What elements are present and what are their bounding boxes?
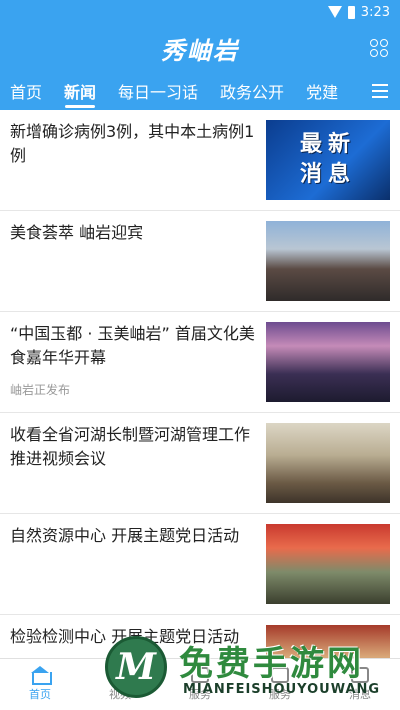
apps-grid-icon[interactable] xyxy=(370,39,388,57)
nav-home[interactable]: 首页 xyxy=(0,659,80,710)
news-item[interactable]: “中国玉都 · 玉美岫岩” 首届文化美食嘉年华开幕 岫岩正发布 xyxy=(0,312,400,413)
news-item[interactable]: 新增确诊病例3例，其中本土病例1例 最新 消息 xyxy=(0,110,400,211)
news-thumbnail xyxy=(266,221,390,301)
news-thumbnail xyxy=(266,423,390,503)
service-icon xyxy=(191,667,209,683)
news-item[interactable]: 检验检测中心 开展主题党日活动 xyxy=(0,615,400,660)
bottom-nav: 首页 视频 服务 服务 消息 xyxy=(0,658,400,710)
news-list: 新增确诊病例3例，其中本土病例1例 最新 消息 美食荟萃 岫岩迎宾 “中国玉都 … xyxy=(0,110,400,660)
nav-service-2[interactable]: 服务 xyxy=(240,659,320,710)
news-title: 检验检测中心 开展主题党日活动 xyxy=(10,627,240,646)
nav-message[interactable]: 消息 xyxy=(320,659,400,710)
thumbnail-text: 消息 xyxy=(299,162,356,187)
menu-icon[interactable] xyxy=(372,84,388,98)
news-item[interactable]: 自然资源中心 开展主题党日活动 xyxy=(0,514,400,615)
tab-news[interactable]: 新闻 xyxy=(64,72,96,110)
nav-video[interactable]: 视频 xyxy=(80,659,160,710)
news-item[interactable]: 美食荟萃 岫岩迎宾 xyxy=(0,211,400,312)
nav-label: 消息 xyxy=(349,688,371,701)
nav-label: 服务 xyxy=(269,688,291,701)
tab-party-building[interactable]: 党建 xyxy=(306,72,338,110)
news-title: “中国玉都 · 玉美岫岩” 首届文化美食嘉年华开幕 xyxy=(10,324,255,367)
news-thumbnail xyxy=(266,524,390,604)
news-thumbnail xyxy=(266,625,390,660)
news-thumbnail: 最新 消息 xyxy=(266,120,390,200)
news-title: 自然资源中心 开展主题党日活动 xyxy=(10,526,240,545)
home-icon xyxy=(31,666,52,685)
thumbnail-text: 最新 xyxy=(299,132,356,157)
news-title: 美食荟萃 岫岩迎宾 xyxy=(10,223,144,242)
nav-label: 首页 xyxy=(29,688,51,701)
news-item[interactable]: 收看全省河湖长制暨河湖管理工作推进视频会议 xyxy=(0,413,400,514)
message-icon xyxy=(351,667,369,683)
news-title: 收看全省河湖长制暨河湖管理工作推进视频会议 xyxy=(10,425,251,468)
app-header: 秀岫岩 xyxy=(0,24,400,72)
nav-label: 视频 xyxy=(109,688,131,701)
service-icon xyxy=(271,667,289,683)
status-bar: 3:23 xyxy=(0,0,400,24)
tab-home[interactable]: 首页 xyxy=(10,72,42,110)
tab-government-affairs[interactable]: 政务公开 xyxy=(220,72,284,110)
app-title: 秀岫岩 xyxy=(161,35,239,65)
nav-label: 服务 xyxy=(189,688,211,701)
video-icon xyxy=(111,667,129,683)
news-title: 新增确诊病例3例，其中本土病例1例 xyxy=(10,122,255,165)
tab-daily-quote[interactable]: 每日一习话 xyxy=(118,72,198,110)
status-time: 3:23 xyxy=(360,4,390,20)
news-source: 岫岩正发布 xyxy=(10,383,71,397)
news-thumbnail xyxy=(266,322,390,402)
category-tabs: 首页 新闻 每日一习话 政务公开 党建 xyxy=(0,72,400,110)
nav-service[interactable]: 服务 xyxy=(160,659,240,710)
battery-icon xyxy=(347,5,355,19)
wifi-icon xyxy=(327,6,342,18)
